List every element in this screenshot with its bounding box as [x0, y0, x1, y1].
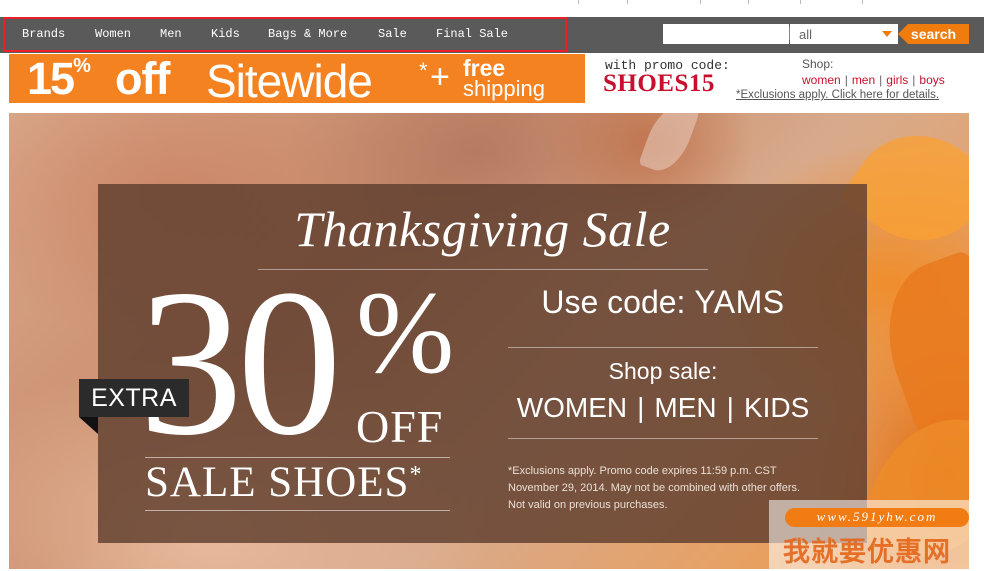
shop-link-men[interactable]: men — [852, 73, 875, 87]
promo-shipping: shipping — [463, 76, 545, 101]
hero-sale-shoes: SALE SHOES* — [145, 459, 423, 506]
top-divider — [700, 0, 701, 4]
hero-code-value: YAMS — [694, 284, 785, 320]
shop-links: women | men | girls | boys — [802, 73, 945, 87]
hero-use-code: Use code: YAMS — [541, 284, 785, 320]
hero-link-women[interactable]: WOMEN — [517, 392, 627, 423]
shop-link-separator: | — [879, 73, 883, 87]
hero-link-kids[interactable]: KIDS — [744, 392, 809, 423]
leaf-decoration — [864, 249, 969, 437]
watermark-text: 我就要优惠网 — [783, 537, 951, 568]
hero-shop-sale-label: Shop sale: — [608, 358, 718, 384]
shop-link-separator: | — [912, 73, 916, 87]
exclusions-link[interactable]: *Exclusions apply. Click here for detail… — [736, 89, 939, 101]
search-category-value: all — [799, 27, 813, 42]
promo-off: off — [115, 54, 170, 103]
hero-divider — [508, 347, 818, 348]
hero-off-label: OFF — [356, 401, 444, 452]
hero-dept-separator: | — [726, 392, 734, 423]
promo-percent: 15% — [27, 54, 91, 103]
hero-divider — [145, 510, 450, 511]
shop-link-boys[interactable]: boys — [919, 73, 944, 87]
shop-link-women[interactable]: women — [802, 73, 841, 87]
nav-item-men[interactable]: Men — [160, 27, 182, 41]
search-input[interactable] — [663, 24, 789, 44]
watermark-url: www.591yhw.com — [816, 509, 938, 524]
top-divider — [862, 0, 863, 4]
nav-item-women[interactable]: Women — [95, 27, 131, 41]
nav-item-sale[interactable]: Sale — [378, 27, 407, 41]
hero-discount-number: 30 — [138, 247, 342, 479]
top-divider — [800, 0, 801, 4]
promo-sitewide: Sitewide — [206, 55, 373, 103]
hero-divider — [508, 438, 818, 439]
extra-badge-fold — [79, 417, 98, 434]
top-divider — [748, 0, 749, 4]
promo-code: SHOES15 — [603, 70, 715, 97]
nav-item-kids[interactable]: Kids — [211, 27, 240, 41]
hero-percent-sign: % — [356, 267, 455, 398]
nav-item-bags-more[interactable]: Bags & More — [268, 27, 347, 41]
hero-department-links: WOMEN | MEN | KIDS — [508, 392, 818, 424]
promo-banner[interactable]: 15% off Sitewide * + free shipping — [9, 54, 585, 103]
promo-plus: + — [430, 58, 450, 96]
nav-item-final-sale[interactable]: Final Sale — [436, 27, 508, 41]
search-button[interactable]: search — [898, 24, 969, 44]
leaf-decoration — [638, 113, 700, 178]
promo-asterisk: * — [419, 58, 428, 83]
shop-label: Shop: — [802, 57, 834, 71]
shop-link-girls[interactable]: girls — [886, 73, 908, 87]
top-strip — [0, 0, 984, 17]
hero-dept-separator: | — [637, 392, 645, 423]
chevron-down-icon — [882, 31, 892, 37]
top-divider — [627, 0, 628, 4]
shop-link-separator: | — [844, 73, 848, 87]
hero-divider — [145, 457, 450, 458]
fine-print-line: *Exclusions apply. Promo code expires 11… — [508, 465, 777, 477]
hero-link-men[interactable]: MEN — [654, 392, 716, 423]
extra-badge: EXTRA — [79, 379, 189, 417]
top-divider — [578, 0, 579, 4]
search-category-select[interactable]: all — [790, 24, 898, 44]
nav-item-brands[interactable]: Brands — [22, 27, 65, 41]
fine-print-line: November 29, 2014. May not be combined w… — [508, 482, 801, 494]
